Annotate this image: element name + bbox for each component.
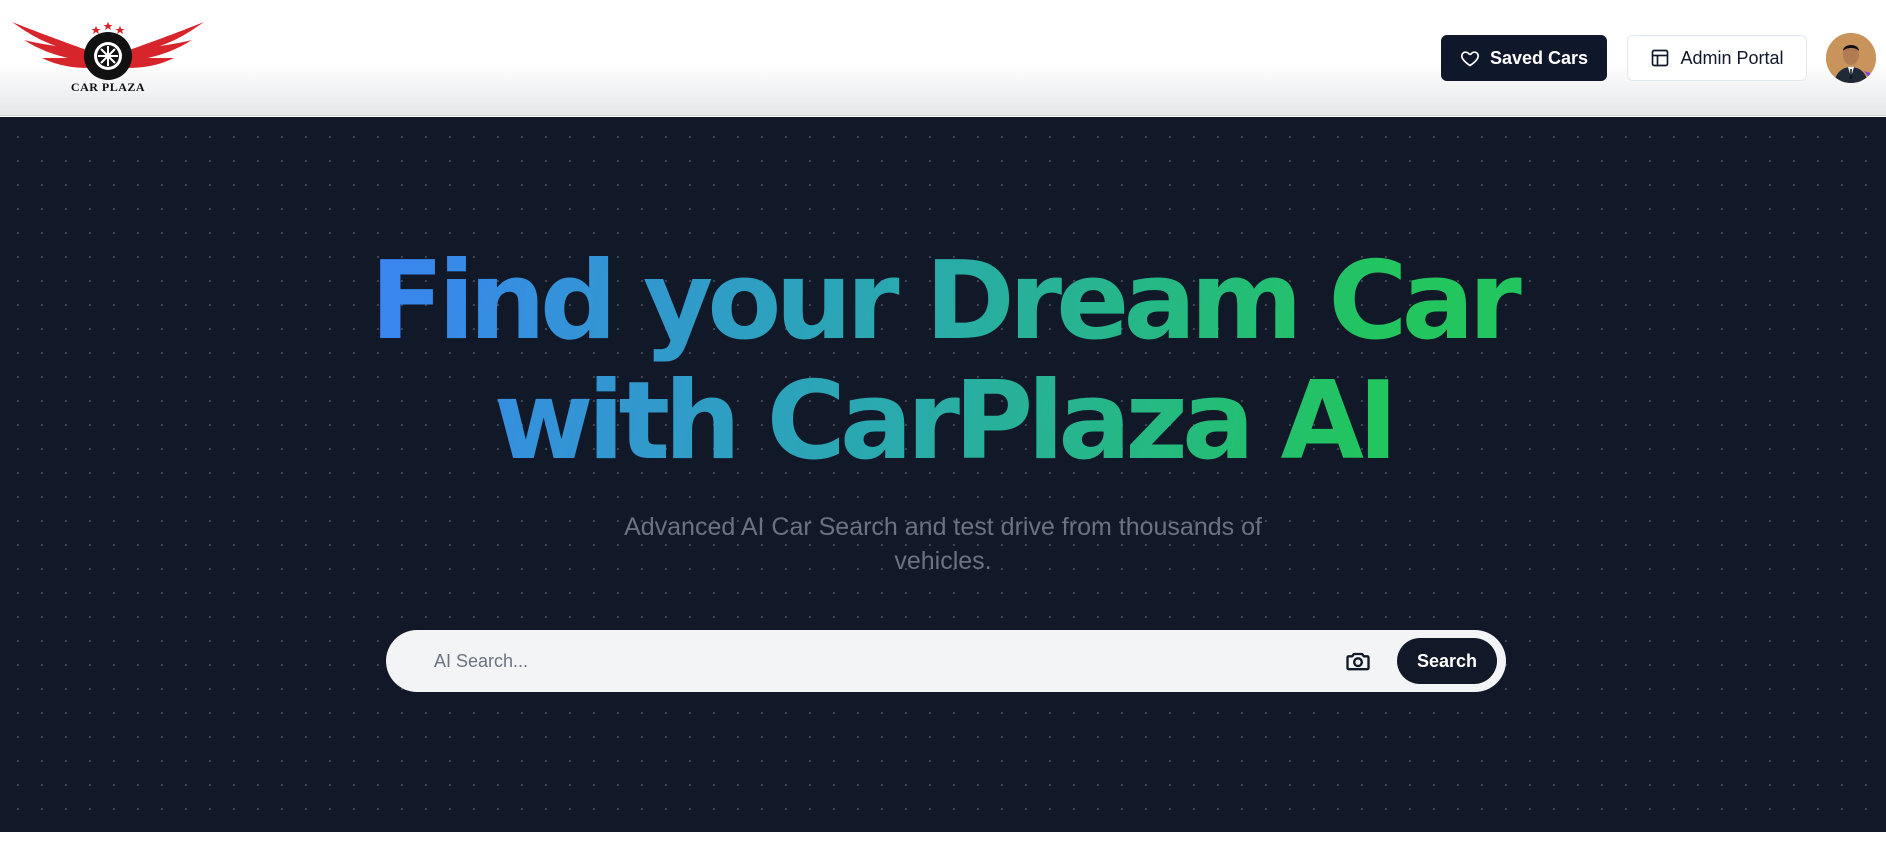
logo-text: CAR PLAZA — [70, 80, 146, 94]
search-button[interactable]: Search — [1397, 638, 1497, 684]
layout-icon — [1652, 49, 1669, 67]
hero-section: Find your Dream Car with CarPlaza AI Adv… — [0, 117, 1886, 832]
ai-search-input[interactable] — [434, 630, 1254, 692]
hero-headline: Find your Dream Car with CarPlaza AI — [343, 242, 1543, 482]
ai-search-bar: Search — [386, 630, 1506, 692]
car-plaza-logo[interactable]: CAR PLAZA — [12, 18, 204, 96]
admin-portal-button[interactable]: Admin Portal — [1627, 35, 1807, 81]
heart-icon — [1460, 51, 1479, 67]
admin-portal-label: Admin Portal — [1680, 47, 1784, 68]
saved-cars-button[interactable]: Saved Cars — [1441, 35, 1607, 81]
hero-subtitle: Advanced AI Car Search and test drive fr… — [624, 513, 1262, 575]
avatar-photo-icon — [1826, 33, 1876, 83]
headline-line-2: with CarPlaza AI — [493, 359, 1393, 484]
camera-icon[interactable] — [1343, 646, 1373, 676]
site-header: CAR PLAZA Saved Cars Admin Portal — [0, 0, 1886, 116]
saved-cars-label: Saved Cars — [1489, 47, 1589, 68]
user-avatar[interactable] — [1826, 33, 1876, 83]
winged-wheel-logo-icon — [12, 22, 204, 80]
headline-line-1: Find your Dream Car — [370, 239, 1516, 364]
